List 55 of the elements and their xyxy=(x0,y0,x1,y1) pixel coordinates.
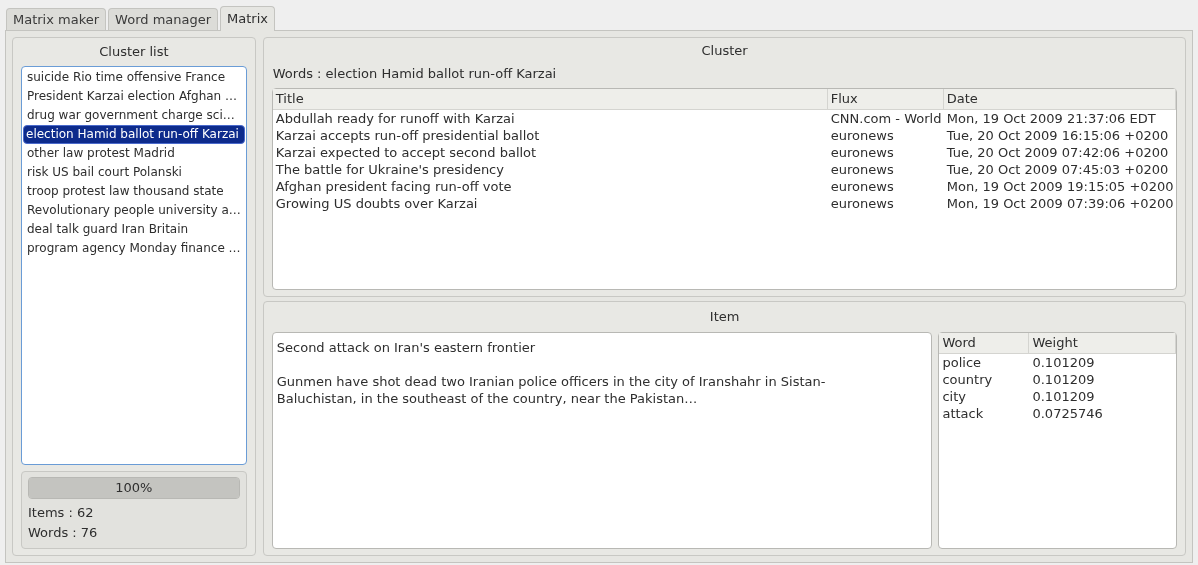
tab[interactable]: Word manager xyxy=(108,8,219,30)
tab[interactable]: Matrix maker xyxy=(6,8,107,30)
table-cell-text: Tue, 20 Oct 2009 16:15:06 +0200 xyxy=(945,127,1170,144)
table-cell-text: 0.101209 xyxy=(1031,370,1096,388)
cluster-list-item[interactable]: President Karzai election Afghan … xyxy=(23,86,245,106)
table-cell-text: Mon, 19 Oct 2009 21:37:06 EDT xyxy=(945,110,1157,127)
column-header[interactable]: Date xyxy=(943,89,1177,109)
article-headline: Second attack on Iran's eastern frontier xyxy=(276,338,537,356)
table-cell-text: 0.0725746 xyxy=(1031,404,1104,422)
table-cell-text: Afghan president facing run-off vote xyxy=(274,178,513,195)
cluster-list-item[interactable]: risk US bail court Polanski xyxy=(23,162,245,182)
column-header[interactable]: Weight xyxy=(1029,332,1177,353)
cluster-words: Words : election Hamid ballot run-off Karzai xyxy=(271,64,558,83)
table-cell-text: Mon, 19 Oct 2009 19:15:05 +0200 xyxy=(945,178,1175,195)
items-count: Items : 62 xyxy=(28,504,95,522)
table-cell-text: 0.101209 xyxy=(1031,353,1096,371)
table-cell-text: Mon, 19 Oct 2009 07:39:06 +0200 xyxy=(945,195,1175,212)
column-header[interactable]: Word xyxy=(939,332,1030,353)
column-header[interactable]: Flux xyxy=(827,89,944,109)
table-cell-text: Karzai expected to accept second ballot xyxy=(274,144,538,161)
table-cell-text: CNN.com - World xyxy=(829,110,943,127)
table-cell-text: police xyxy=(941,353,983,371)
article-body: Gunmen have shot dead two Iranian police officers in the city of Iranshahr in Sistan-Baluchistan, in the southeast of the country, near the Pakistan… xyxy=(276,372,827,407)
table-cell-text: euronews xyxy=(829,127,895,144)
cluster-list-item[interactable]: drug war government charge sci… xyxy=(23,105,245,125)
table-cell-text: attack xyxy=(941,404,985,422)
table-cell-text: Karzai accepts run-off presidential ballot xyxy=(274,127,541,144)
group-title: Item xyxy=(708,308,741,326)
word-weight-table[interactable]: Word Weight police 0.101209 country 0.101209 city 0.101209 attack 0.0725746 xyxy=(938,331,1178,549)
cluster-list-item[interactable]: Revolutionary people university a… xyxy=(23,200,245,220)
cluster-list-item[interactable]: other law protest Madrid xyxy=(23,143,245,163)
tab[interactable]: Matrix xyxy=(220,6,276,31)
table-cell-text: euronews xyxy=(829,161,895,178)
progress-bar: 100% xyxy=(28,477,240,499)
table-cell-text: The battle for Ukraine's presidency xyxy=(274,161,505,178)
group-title: Cluster xyxy=(700,42,749,60)
cluster-list-item[interactable]: election Hamid ballot run-off Karzai xyxy=(23,124,245,144)
column-header[interactable]: Title xyxy=(272,89,828,109)
table-cell-text: Growing US doubts over Karzai xyxy=(274,195,479,212)
table-cell-text: Tue, 20 Oct 2009 07:45:03 +0200 xyxy=(945,161,1170,178)
table-cell-text: country xyxy=(941,370,994,388)
group-title: Cluster list xyxy=(98,43,170,61)
table-cell-text: Abdullah ready for runoff with Karzai xyxy=(274,110,516,127)
words-count: Words : 76 xyxy=(28,524,99,542)
table-cell-text: euronews xyxy=(829,195,895,212)
table-cell-text: euronews xyxy=(829,144,895,161)
cluster-list-item[interactable]: deal talk guard Iran Britain xyxy=(23,219,245,239)
table-cell-text: 0.101209 xyxy=(1031,387,1096,405)
cluster-list-item[interactable]: program agency Monday finance … xyxy=(23,238,245,258)
table-cell-text: city xyxy=(941,387,967,405)
cluster-list-item[interactable]: suicide Rio time offensive France xyxy=(23,67,245,87)
cluster-list-item[interactable]: troop protest law thousand state xyxy=(23,181,245,201)
table-cell-text: Tue, 20 Oct 2009 07:42:06 +0200 xyxy=(945,144,1170,161)
article-text-area[interactable]: Second attack on Iran's eastern frontier Gunmen have shot dead two Iranian police officers in the city of Iranshahr in Sistan-Baluchistan, in the southeast of the country, near the Pakistan… xyxy=(271,331,933,549)
table-cell-text: euronews xyxy=(829,178,895,195)
